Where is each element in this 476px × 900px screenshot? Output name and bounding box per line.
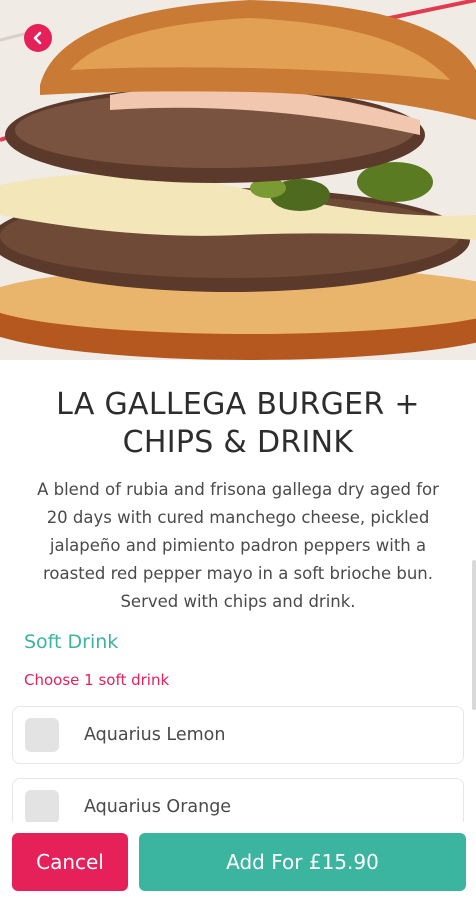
chevron-left-icon xyxy=(33,31,42,45)
add-to-order-button[interactable]: Add For £15.90 xyxy=(139,833,466,891)
option-label: Aquarius Lemon xyxy=(84,725,226,745)
product-title: LA GALLEGA BURGER + CHIPS & DRINK xyxy=(56,387,420,460)
scrollbar[interactable] xyxy=(472,560,476,710)
option-group-title: Soft Drink xyxy=(24,631,119,653)
burger-photo xyxy=(0,0,476,360)
back-button[interactable] xyxy=(24,24,52,52)
cancel-button[interactable]: Cancel xyxy=(12,833,128,891)
option-label: Aquarius Orange xyxy=(84,797,232,817)
checkbox[interactable] xyxy=(25,790,59,822)
option-aquarius-lemon[interactable]: Aquarius Lemon xyxy=(12,706,464,764)
checkbox[interactable] xyxy=(25,718,59,752)
option-aquarius-orange[interactable]: Aquarius Orange xyxy=(12,778,464,822)
product-details: LA GALLEGA BURGER + CHIPS & DRINK A blen… xyxy=(0,360,476,822)
action-bar: Cancel Add For £15.90 xyxy=(0,822,476,900)
product-image xyxy=(0,0,476,360)
option-group-hint: Choose 1 soft drink xyxy=(24,671,170,689)
product-description: A blend of rubia and frisona gallega dry… xyxy=(37,480,439,611)
